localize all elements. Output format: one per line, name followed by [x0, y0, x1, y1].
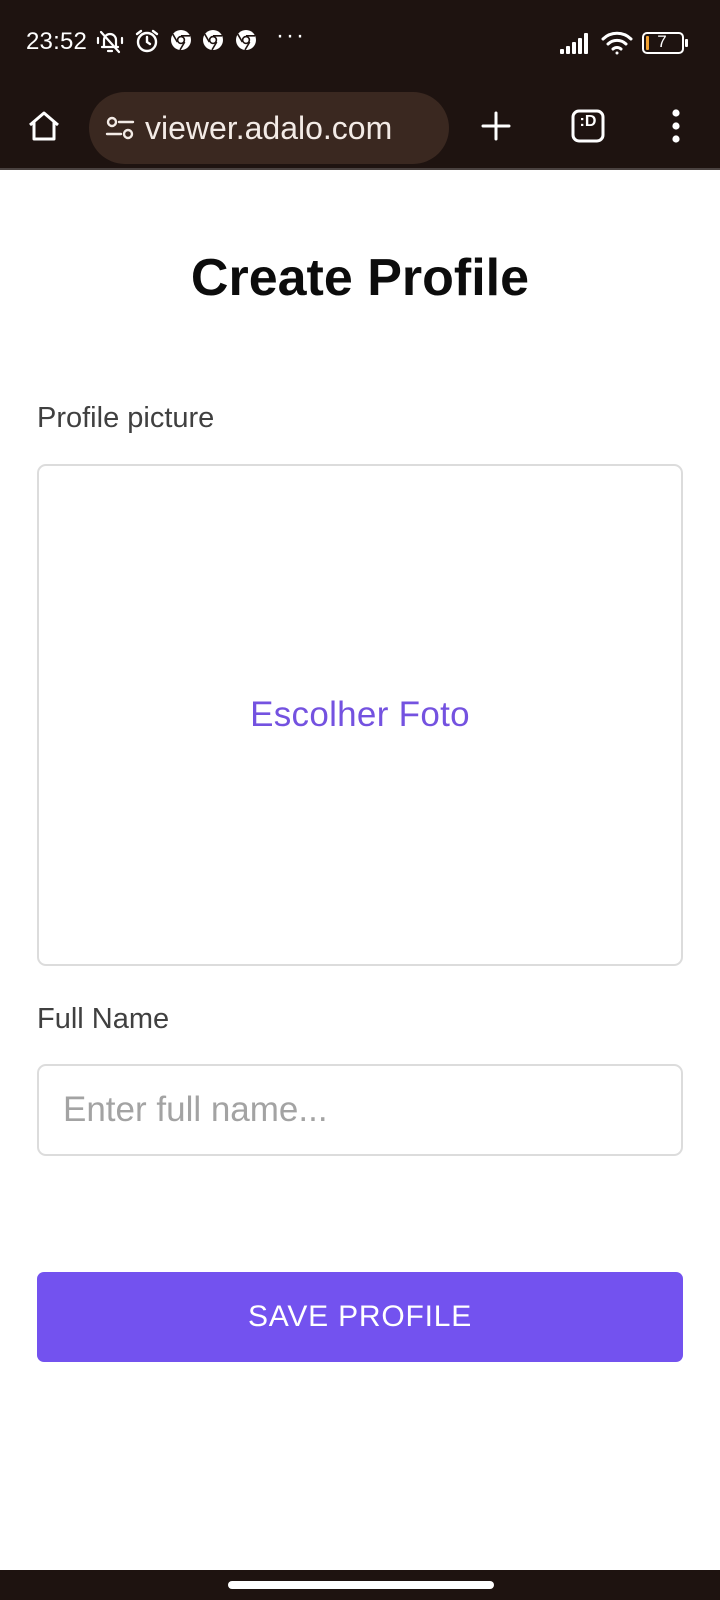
- signal-icon: [560, 32, 592, 59]
- battery-level: 7: [657, 32, 667, 51]
- more-notifications-icon: ···: [276, 22, 306, 49]
- home-button[interactable]: [16, 98, 72, 154]
- status-time: 23:52: [26, 28, 88, 55]
- profile-picture-picker[interactable]: Escolher Foto: [37, 464, 683, 966]
- browser-toolbar: viewer.adalo.com :D: [0, 84, 720, 170]
- url-bar[interactable]: viewer.adalo.com: [89, 92, 449, 164]
- home-icon: [29, 111, 59, 141]
- battery-icon: 7: [642, 32, 690, 59]
- new-tab-button[interactable]: [468, 98, 524, 154]
- choose-photo-link[interactable]: Escolher Foto: [250, 695, 470, 735]
- alarm-icon: [134, 28, 160, 54]
- tab-switcher-label: :D: [579, 113, 597, 130]
- save-profile-button[interactable]: SAVE PROFILE: [37, 1272, 683, 1362]
- status-bar: 23:52 ··· 7: [0, 0, 720, 84]
- notifications-off-icon: [96, 28, 124, 54]
- new-tab-icon: [481, 111, 511, 141]
- full-name-input[interactable]: [37, 1064, 683, 1156]
- chrome-icon: [234, 28, 260, 54]
- chrome-icon: [201, 28, 227, 54]
- home-indicator[interactable]: [228, 1581, 494, 1589]
- gesture-navigation-bar: [0, 1570, 720, 1600]
- more-icon: [672, 109, 680, 143]
- chrome-icon: [169, 28, 195, 54]
- url-text: viewer.adalo.com: [145, 110, 393, 146]
- profile-picture-label: Profile picture: [37, 402, 215, 434]
- more-menu-button[interactable]: [648, 98, 704, 154]
- page-title: Create Profile: [190, 249, 530, 307]
- full-name-label: Full Name: [37, 1003, 170, 1035]
- site-settings-icon[interactable]: [105, 114, 135, 147]
- tab-switcher-button[interactable]: :D: [560, 98, 616, 154]
- wifi-icon: [601, 30, 633, 61]
